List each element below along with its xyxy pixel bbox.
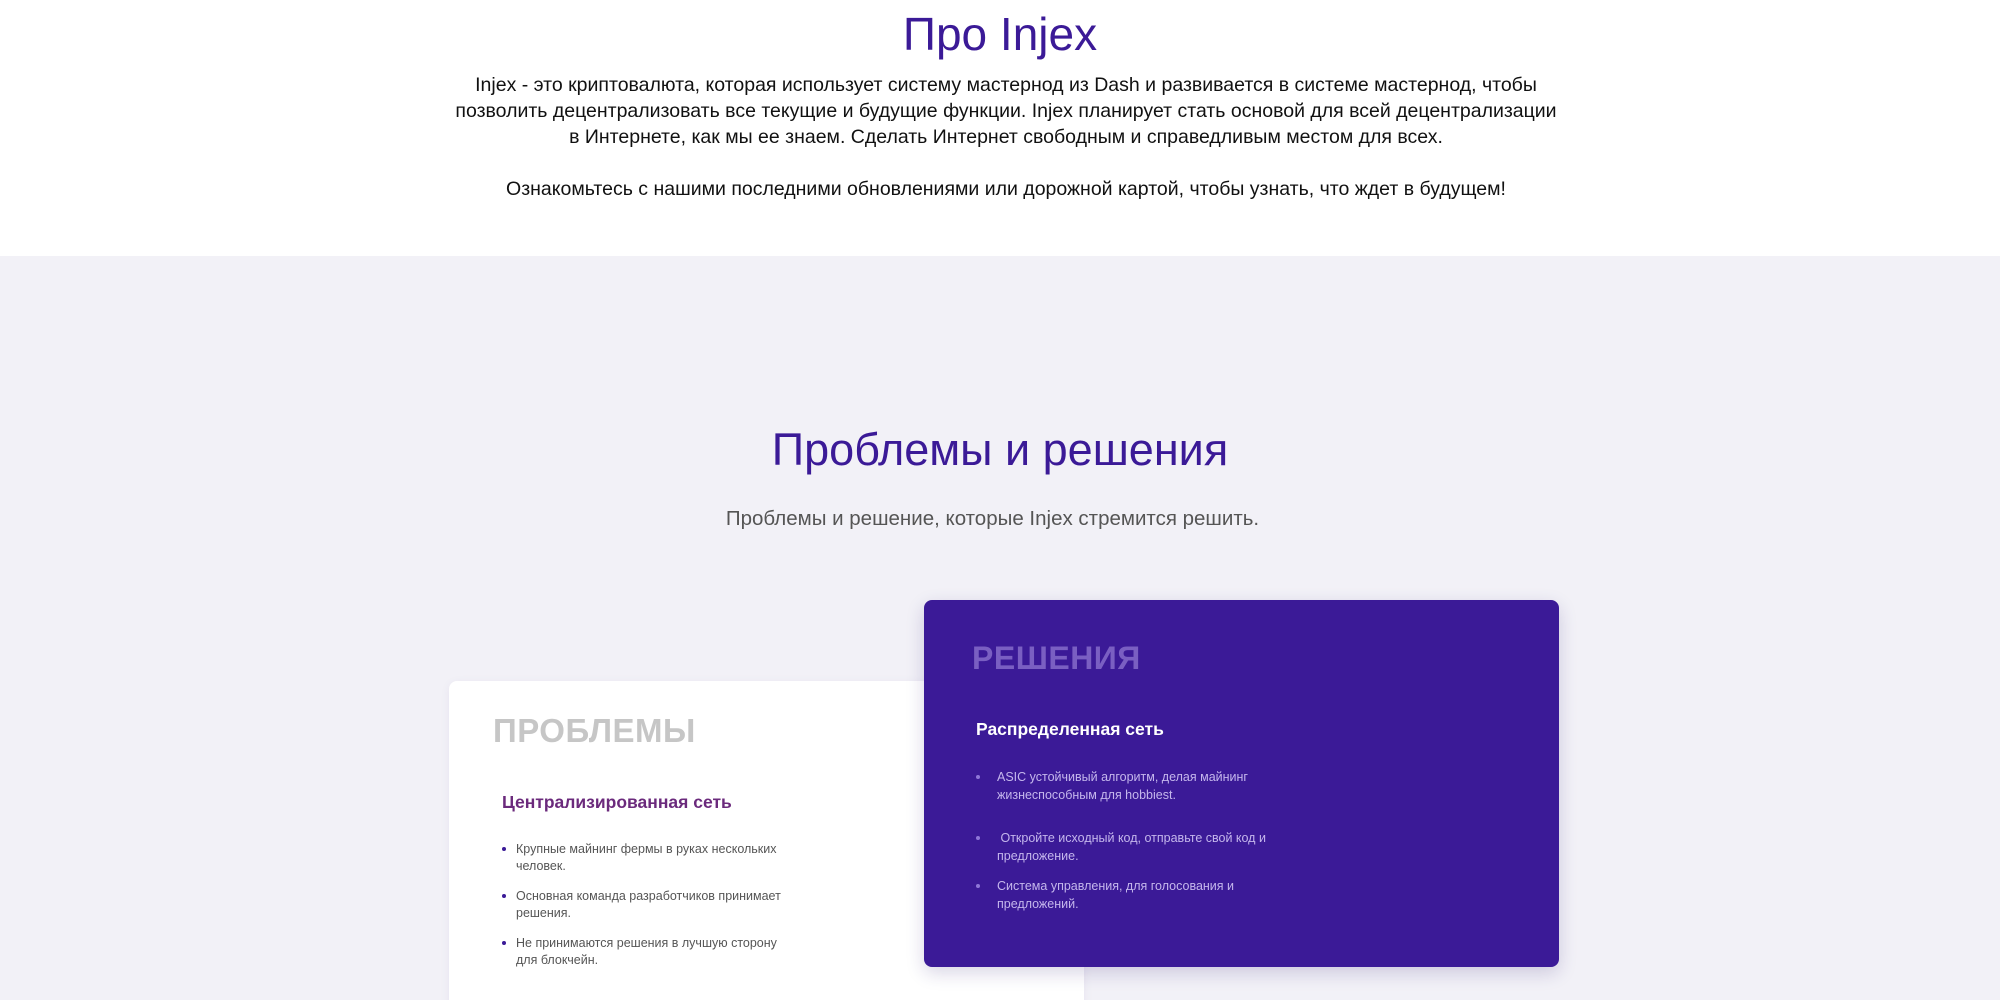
solutions-subheading: Распределенная сеть	[976, 719, 1164, 739]
bullet-dot	[976, 884, 980, 888]
bullet-dot	[502, 894, 506, 898]
list-item: Откройте исходный код, отправьте свой ко…	[974, 829, 1294, 865]
list-item-text: Система управления, для голосования и пр…	[997, 879, 1235, 911]
problems-subheading: Централизированная сеть	[502, 792, 732, 812]
problems-solutions-section: Проблемы и решения Проблемы и решение, к…	[0, 256, 2000, 1000]
solutions-heading: РЕШЕНИЯ	[972, 640, 1141, 676]
section-title: Проблемы и решения	[771, 424, 1229, 475]
list-item-text: Откройте исходный код, отправьте свой ко…	[997, 831, 1270, 863]
list-item: Основная команда разработчиков принимает…	[502, 888, 782, 921]
page: Про Injex Injex - это криптовалюта, кото…	[0, 0, 2000, 1000]
bullet-dot	[502, 847, 506, 851]
solutions-list: ASIC устойчивый алгоритм, делая майнинг …	[974, 768, 1294, 938]
bullet-dot	[502, 941, 506, 945]
list-item-text: Крупные майнинг фермы в руках нескольких…	[516, 842, 777, 873]
about-paragraph: Injex - это криптовалюта, которая исполь…	[455, 74, 1557, 148]
problems-list: Крупные майнинг фермы в руках нескольких…	[502, 841, 782, 982]
section-subtitle: Проблемы и решение, которые Injex стреми…	[725, 507, 1260, 530]
list-item: ASIC устойчивый алгоритм, делая майнинг …	[974, 768, 1294, 804]
bullet-dot	[976, 775, 980, 779]
about-section: Про Injex Injex - это криптовалюта, кото…	[0, 0, 2000, 256]
about-title: Про Injex	[902, 8, 1098, 60]
about-cta-paragraph: Ознакомьтесь с нашими последними обновле…	[506, 178, 1506, 200]
list-item: Не принимаются решения в лучшую сторону …	[502, 935, 782, 968]
list-item-text: Основная команда разработчиков принимает…	[516, 889, 781, 920]
list-item: Система управления, для голосования и пр…	[974, 877, 1294, 913]
solutions-card: РЕШЕНИЯ Распределенная сеть ASIC устойчи…	[924, 600, 1559, 967]
bullet-dot	[976, 836, 980, 840]
list-item: Крупные майнинг фермы в руках нескольких…	[502, 841, 782, 874]
problems-heading: ПРОБЛЕМЫ	[493, 712, 696, 749]
list-item-text: ASIC устойчивый алгоритм, делая майнинг …	[997, 770, 1248, 802]
list-item-text: Не принимаются решения в лучшую сторону …	[516, 936, 777, 967]
